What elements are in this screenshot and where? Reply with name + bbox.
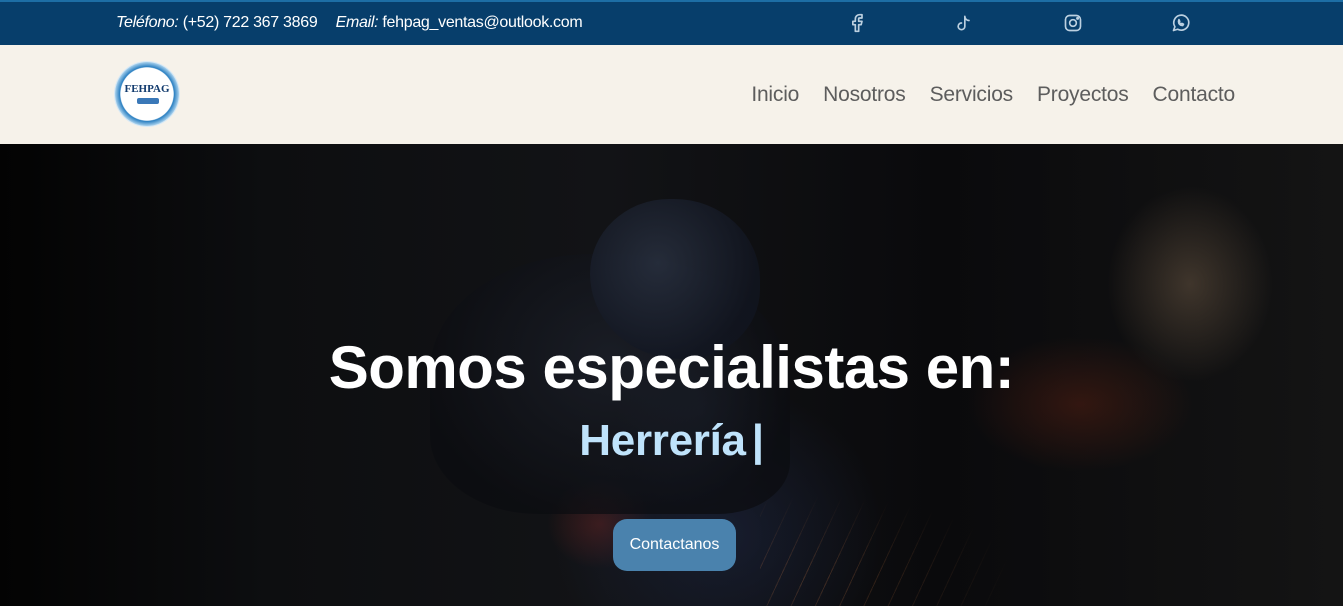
- main-navbar: FEHPAG Inicio Nosotros Servicios Proyect…: [0, 45, 1343, 144]
- hero-section: Somos especialistas en: Herrería | Contac…: [0, 144, 1343, 606]
- nav-item-inicio[interactable]: Inicio: [751, 83, 799, 107]
- typing-cursor: |: [751, 416, 764, 465]
- phone-label: Teléfono:: [116, 14, 179, 31]
- hero-title: Somos especialistas en:: [328, 334, 1015, 401]
- nav-item-servicios[interactable]: Servicios: [930, 83, 1014, 107]
- whatsapp-icon[interactable]: [1171, 13, 1193, 35]
- nav-item-proyectos[interactable]: Proyectos: [1037, 83, 1129, 107]
- hero-typed-text: Herrería: [579, 416, 746, 465]
- instagram-icon[interactable]: [1063, 13, 1085, 35]
- contact-info: Teléfono: (+52) 722 367 3869 Email: fehp…: [116, 14, 583, 32]
- phone-value[interactable]: (+52) 722 367 3869: [183, 14, 318, 31]
- tiktok-icon[interactable]: [954, 13, 976, 35]
- contactanos-button[interactable]: Contactanos: [613, 519, 736, 571]
- email-label: Email:: [335, 14, 379, 31]
- nav-menu: Inicio Nosotros Servicios Proyectos Cont…: [751, 83, 1235, 107]
- logo-text: FEHPAG: [124, 83, 170, 95]
- nav-item-nosotros[interactable]: Nosotros: [823, 83, 906, 107]
- email-value[interactable]: fehpag_ventas@outlook.com: [382, 14, 582, 31]
- fehpag-logo[interactable]: FEHPAG: [115, 62, 179, 126]
- nav-item-contacto[interactable]: Contacto: [1153, 83, 1236, 107]
- hero-subtitle: Herrería |: [0, 416, 1343, 466]
- hero-background-sparks: [760, 494, 1020, 606]
- top-info-bar: Teléfono: (+52) 722 367 3869 Email: fehp…: [0, 0, 1343, 45]
- facebook-icon[interactable]: [847, 13, 869, 35]
- logo-mark: [137, 98, 159, 104]
